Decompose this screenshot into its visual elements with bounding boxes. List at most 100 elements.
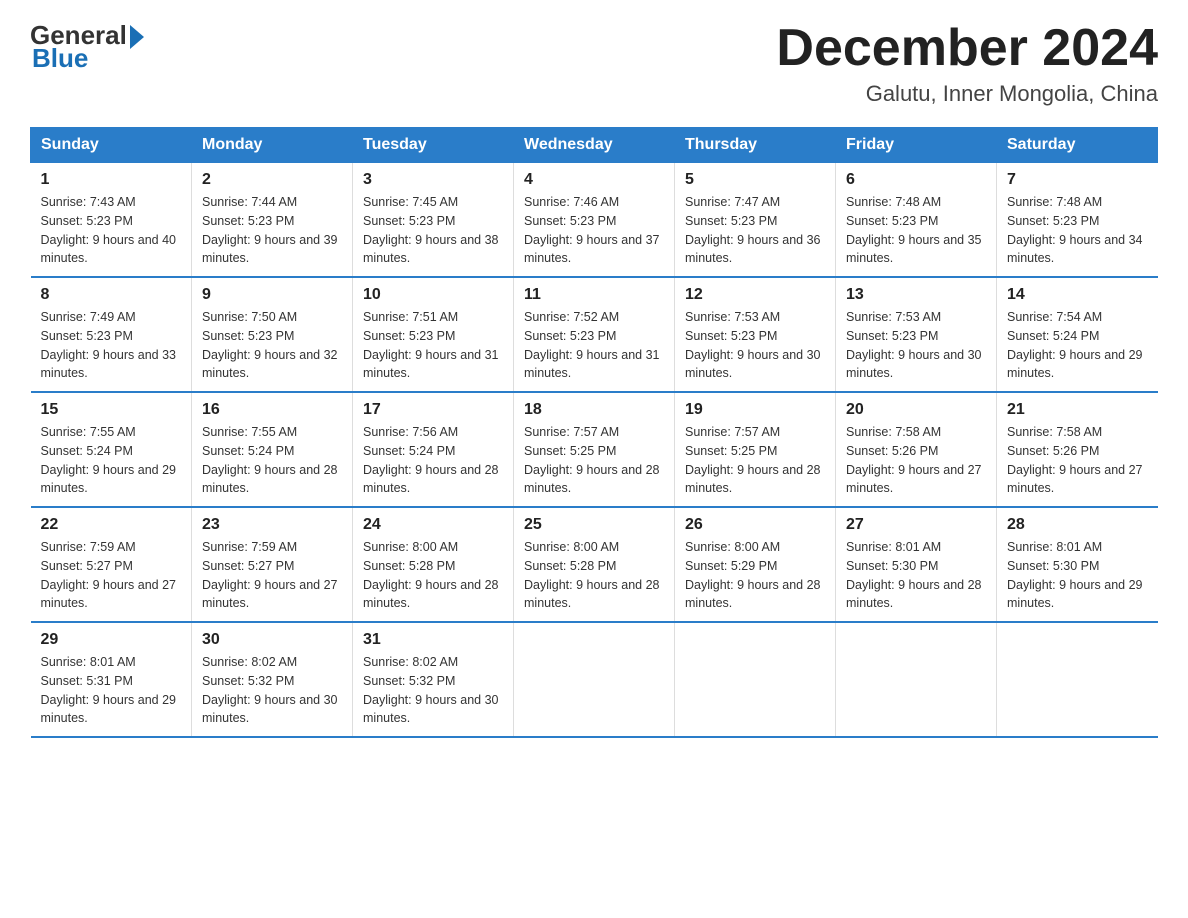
day-info: Sunrise: 7:43 AM Sunset: 5:23 PM Dayligh… — [41, 193, 182, 268]
calendar-cell — [514, 622, 675, 737]
calendar-cell: 18 Sunrise: 7:57 AM Sunset: 5:25 PM Dayl… — [514, 392, 675, 507]
day-number: 23 — [202, 516, 342, 534]
week-row-5: 29 Sunrise: 8:01 AM Sunset: 5:31 PM Dayl… — [31, 622, 1158, 737]
day-number: 1 — [41, 171, 182, 189]
header-friday: Friday — [836, 128, 997, 163]
day-number: 12 — [685, 286, 825, 304]
day-info: Sunrise: 7:56 AM Sunset: 5:24 PM Dayligh… — [363, 423, 503, 498]
calendar-cell: 16 Sunrise: 7:55 AM Sunset: 5:24 PM Dayl… — [192, 392, 353, 507]
day-info: Sunrise: 8:00 AM Sunset: 5:29 PM Dayligh… — [685, 538, 825, 613]
calendar-cell: 29 Sunrise: 8:01 AM Sunset: 5:31 PM Dayl… — [31, 622, 192, 737]
calendar-cell: 10 Sunrise: 7:51 AM Sunset: 5:23 PM Dayl… — [353, 277, 514, 392]
day-info: Sunrise: 8:02 AM Sunset: 5:32 PM Dayligh… — [363, 653, 503, 728]
day-info: Sunrise: 8:01 AM Sunset: 5:30 PM Dayligh… — [846, 538, 986, 613]
week-row-1: 1 Sunrise: 7:43 AM Sunset: 5:23 PM Dayli… — [31, 163, 1158, 278]
calendar-cell — [836, 622, 997, 737]
week-row-3: 15 Sunrise: 7:55 AM Sunset: 5:24 PM Dayl… — [31, 392, 1158, 507]
day-info: Sunrise: 7:49 AM Sunset: 5:23 PM Dayligh… — [41, 308, 182, 383]
calendar-cell: 5 Sunrise: 7:47 AM Sunset: 5:23 PM Dayli… — [675, 163, 836, 278]
calendar-body: 1 Sunrise: 7:43 AM Sunset: 5:23 PM Dayli… — [31, 163, 1158, 738]
calendar-cell: 1 Sunrise: 7:43 AM Sunset: 5:23 PM Dayli… — [31, 163, 192, 278]
calendar-cell: 23 Sunrise: 7:59 AM Sunset: 5:27 PM Dayl… — [192, 507, 353, 622]
calendar-cell: 13 Sunrise: 7:53 AM Sunset: 5:23 PM Dayl… — [836, 277, 997, 392]
day-info: Sunrise: 7:48 AM Sunset: 5:23 PM Dayligh… — [1007, 193, 1148, 268]
header-sunday: Sunday — [31, 128, 192, 163]
day-number: 31 — [363, 631, 503, 649]
calendar-cell — [997, 622, 1158, 737]
day-number: 16 — [202, 401, 342, 419]
day-info: Sunrise: 7:55 AM Sunset: 5:24 PM Dayligh… — [41, 423, 182, 498]
day-number: 2 — [202, 171, 342, 189]
day-info: Sunrise: 7:50 AM Sunset: 5:23 PM Dayligh… — [202, 308, 342, 383]
day-info: Sunrise: 7:54 AM Sunset: 5:24 PM Dayligh… — [1007, 308, 1148, 383]
day-number: 21 — [1007, 401, 1148, 419]
calendar-header: Sunday Monday Tuesday Wednesday Thursday… — [31, 128, 1158, 163]
calendar-cell: 15 Sunrise: 7:55 AM Sunset: 5:24 PM Dayl… — [31, 392, 192, 507]
calendar-cell: 17 Sunrise: 7:56 AM Sunset: 5:24 PM Dayl… — [353, 392, 514, 507]
calendar-cell: 19 Sunrise: 7:57 AM Sunset: 5:25 PM Dayl… — [675, 392, 836, 507]
logo-arrow-icon — [130, 25, 144, 49]
calendar-cell: 2 Sunrise: 7:44 AM Sunset: 5:23 PM Dayli… — [192, 163, 353, 278]
calendar-cell: 9 Sunrise: 7:50 AM Sunset: 5:23 PM Dayli… — [192, 277, 353, 392]
day-number: 18 — [524, 401, 664, 419]
day-number: 3 — [363, 171, 503, 189]
day-number: 27 — [846, 516, 986, 534]
day-info: Sunrise: 7:45 AM Sunset: 5:23 PM Dayligh… — [363, 193, 503, 268]
day-number: 11 — [524, 286, 664, 304]
header-thursday: Thursday — [675, 128, 836, 163]
day-number: 20 — [846, 401, 986, 419]
day-number: 6 — [846, 171, 986, 189]
calendar-cell: 28 Sunrise: 8:01 AM Sunset: 5:30 PM Dayl… — [997, 507, 1158, 622]
day-number: 8 — [41, 286, 182, 304]
calendar-cell: 20 Sunrise: 7:58 AM Sunset: 5:26 PM Dayl… — [836, 392, 997, 507]
day-info: Sunrise: 7:53 AM Sunset: 5:23 PM Dayligh… — [846, 308, 986, 383]
week-row-2: 8 Sunrise: 7:49 AM Sunset: 5:23 PM Dayli… — [31, 277, 1158, 392]
page-header: General Blue December 2024 Galutu, Inner… — [30, 20, 1158, 107]
day-number: 28 — [1007, 516, 1148, 534]
day-number: 13 — [846, 286, 986, 304]
calendar-cell: 6 Sunrise: 7:48 AM Sunset: 5:23 PM Dayli… — [836, 163, 997, 278]
day-info: Sunrise: 7:59 AM Sunset: 5:27 PM Dayligh… — [202, 538, 342, 613]
day-info: Sunrise: 8:00 AM Sunset: 5:28 PM Dayligh… — [363, 538, 503, 613]
calendar-cell: 31 Sunrise: 8:02 AM Sunset: 5:32 PM Dayl… — [353, 622, 514, 737]
day-info: Sunrise: 7:58 AM Sunset: 5:26 PM Dayligh… — [1007, 423, 1148, 498]
header-monday: Monday — [192, 128, 353, 163]
day-info: Sunrise: 7:48 AM Sunset: 5:23 PM Dayligh… — [846, 193, 986, 268]
calendar-cell: 24 Sunrise: 8:00 AM Sunset: 5:28 PM Dayl… — [353, 507, 514, 622]
day-number: 19 — [685, 401, 825, 419]
day-info: Sunrise: 8:02 AM Sunset: 5:32 PM Dayligh… — [202, 653, 342, 728]
calendar-cell: 22 Sunrise: 7:59 AM Sunset: 5:27 PM Dayl… — [31, 507, 192, 622]
day-info: Sunrise: 7:51 AM Sunset: 5:23 PM Dayligh… — [363, 308, 503, 383]
day-number: 30 — [202, 631, 342, 649]
calendar-table: Sunday Monday Tuesday Wednesday Thursday… — [30, 127, 1158, 738]
calendar-cell — [675, 622, 836, 737]
day-info: Sunrise: 8:01 AM Sunset: 5:30 PM Dayligh… — [1007, 538, 1148, 613]
calendar-cell: 12 Sunrise: 7:53 AM Sunset: 5:23 PM Dayl… — [675, 277, 836, 392]
calendar-cell: 14 Sunrise: 7:54 AM Sunset: 5:24 PM Dayl… — [997, 277, 1158, 392]
calendar-cell: 8 Sunrise: 7:49 AM Sunset: 5:23 PM Dayli… — [31, 277, 192, 392]
day-number: 4 — [524, 171, 664, 189]
calendar-cell: 21 Sunrise: 7:58 AM Sunset: 5:26 PM Dayl… — [997, 392, 1158, 507]
calendar-cell: 7 Sunrise: 7:48 AM Sunset: 5:23 PM Dayli… — [997, 163, 1158, 278]
day-number: 17 — [363, 401, 503, 419]
day-number: 10 — [363, 286, 503, 304]
header-wednesday: Wednesday — [514, 128, 675, 163]
day-info: Sunrise: 7:47 AM Sunset: 5:23 PM Dayligh… — [685, 193, 825, 268]
day-number: 5 — [685, 171, 825, 189]
day-info: Sunrise: 8:00 AM Sunset: 5:28 PM Dayligh… — [524, 538, 664, 613]
day-number: 14 — [1007, 286, 1148, 304]
day-number: 29 — [41, 631, 182, 649]
header-saturday: Saturday — [997, 128, 1158, 163]
calendar-cell: 25 Sunrise: 8:00 AM Sunset: 5:28 PM Dayl… — [514, 507, 675, 622]
calendar-cell: 3 Sunrise: 7:45 AM Sunset: 5:23 PM Dayli… — [353, 163, 514, 278]
day-number: 26 — [685, 516, 825, 534]
day-info: Sunrise: 7:46 AM Sunset: 5:23 PM Dayligh… — [524, 193, 664, 268]
day-info: Sunrise: 7:55 AM Sunset: 5:24 PM Dayligh… — [202, 423, 342, 498]
day-info: Sunrise: 7:57 AM Sunset: 5:25 PM Dayligh… — [685, 423, 825, 498]
day-number: 9 — [202, 286, 342, 304]
calendar-cell: 11 Sunrise: 7:52 AM Sunset: 5:23 PM Dayl… — [514, 277, 675, 392]
day-info: Sunrise: 7:53 AM Sunset: 5:23 PM Dayligh… — [685, 308, 825, 383]
header-row: Sunday Monday Tuesday Wednesday Thursday… — [31, 128, 1158, 163]
day-info: Sunrise: 7:57 AM Sunset: 5:25 PM Dayligh… — [524, 423, 664, 498]
day-number: 24 — [363, 516, 503, 534]
